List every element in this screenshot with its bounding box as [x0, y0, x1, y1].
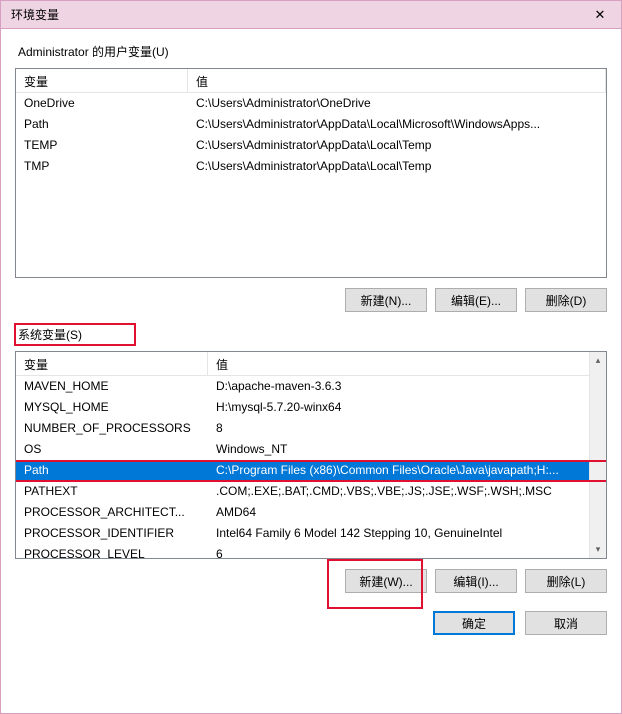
table-row[interactable]: TEMPC:\Users\Administrator\AppData\Local… [16, 135, 606, 156]
user-delete-button[interactable]: 删除(D) [525, 288, 607, 312]
cell-value: 8 [208, 418, 606, 439]
table-row[interactable]: OSWindows_NT [16, 439, 606, 460]
system-vars-group: 系统变量(S) 变量 值 MAVEN_HOMED:\apache-maven-3… [15, 324, 607, 593]
cell-value: C:\Users\Administrator\OneDrive [188, 93, 606, 114]
dialog-content: Administrator 的用户变量(U) 变量 值 OneDriveC:\U… [1, 29, 621, 713]
col-name[interactable]: 变量 [16, 352, 208, 375]
cell-name: Path [16, 460, 208, 481]
cell-name: NUMBER_OF_PROCESSORS [16, 418, 208, 439]
table-row[interactable]: PROCESSOR_IDENTIFIERIntel64 Family 6 Mod… [16, 523, 606, 544]
table-row[interactable]: PROCESSOR_ARCHITECT...AMD64 [16, 502, 606, 523]
listview-header: 变量 值 [16, 69, 606, 93]
cell-name: PROCESSOR_LEVEL [16, 544, 208, 558]
col-value[interactable]: 值 [188, 69, 606, 92]
cell-value: C:\Users\Administrator\AppData\Local\Mic… [188, 114, 606, 135]
table-row[interactable]: MYSQL_HOMEH:\mysql-5.7.20-winx64 [16, 397, 606, 418]
cell-value: Intel64 Family 6 Model 142 Stepping 10, … [208, 523, 606, 544]
table-row[interactable]: MAVEN_HOMED:\apache-maven-3.6.3 [16, 376, 606, 397]
titlebar[interactable]: 环境变量 ✕ [1, 1, 621, 29]
table-row[interactable]: PathC:\Program Files (x86)\Common Files\… [16, 460, 606, 481]
cell-name: OneDrive [16, 93, 188, 114]
user-vars-label: Administrator 的用户变量(U) [15, 41, 607, 62]
cell-name: PROCESSOR_ARCHITECT... [16, 502, 208, 523]
user-edit-button[interactable]: 编辑(E)... [435, 288, 517, 312]
scroll-down-icon[interactable]: ▾ [590, 541, 606, 558]
cell-value: C:\Program Files (x86)\Common Files\Orac… [208, 460, 606, 481]
user-vars-group: Administrator 的用户变量(U) 变量 值 OneDriveC:\U… [15, 41, 607, 312]
cell-name: TEMP [16, 135, 188, 156]
col-value[interactable]: 值 [208, 352, 606, 375]
system-vars-label: 系统变量(S) [15, 324, 135, 345]
table-row[interactable]: PathC:\Users\Administrator\AppData\Local… [16, 114, 606, 135]
dialog-footer: 确定 取消 [15, 611, 607, 635]
cell-value: D:\apache-maven-3.6.3 [208, 376, 606, 397]
env-vars-dialog: 环境变量 ✕ Administrator 的用户变量(U) 变量 值 OneDr… [0, 0, 622, 714]
table-row[interactable]: PROCESSOR_LEVEL6 [16, 544, 606, 558]
cell-name: PATHEXT [16, 481, 208, 502]
cell-value: H:\mysql-5.7.20-winx64 [208, 397, 606, 418]
cell-name: MYSQL_HOME [16, 397, 208, 418]
cell-value: 6 [208, 544, 606, 558]
cell-name: OS [16, 439, 208, 460]
table-row[interactable]: NUMBER_OF_PROCESSORS8 [16, 418, 606, 439]
col-name[interactable]: 变量 [16, 69, 188, 92]
scrollbar-vertical[interactable]: ▴ ▾ [589, 352, 606, 558]
listview-body[interactable]: MAVEN_HOMED:\apache-maven-3.6.3MYSQL_HOM… [16, 376, 606, 558]
cancel-button[interactable]: 取消 [525, 611, 607, 635]
cell-name: TMP [16, 156, 188, 177]
system-new-button[interactable]: 新建(W)... [345, 569, 427, 593]
ok-button[interactable]: 确定 [433, 611, 515, 635]
window-title: 环境变量 [11, 6, 59, 23]
scroll-up-icon[interactable]: ▴ [590, 352, 606, 369]
user-buttons-row: 新建(N)... 编辑(E)... 删除(D) [15, 288, 607, 312]
cell-name: PROCESSOR_IDENTIFIER [16, 523, 208, 544]
user-new-button[interactable]: 新建(N)... [345, 288, 427, 312]
listview-header: 变量 值 [16, 352, 606, 376]
cell-value: .COM;.EXE;.BAT;.CMD;.VBS;.VBE;.JS;.JSE;.… [208, 481, 606, 502]
table-row[interactable]: PATHEXT.COM;.EXE;.BAT;.CMD;.VBS;.VBE;.JS… [16, 481, 606, 502]
system-edit-button[interactable]: 编辑(I)... [435, 569, 517, 593]
cell-value: Windows_NT [208, 439, 606, 460]
cell-value: C:\Users\Administrator\AppData\Local\Tem… [188, 135, 606, 156]
system-buttons-row: 新建(W)... 编辑(I)... 删除(L) [15, 569, 607, 593]
cell-name: Path [16, 114, 188, 135]
user-vars-listview[interactable]: 变量 值 OneDriveC:\Users\Administrator\OneD… [15, 68, 607, 278]
system-vars-listview[interactable]: 变量 值 MAVEN_HOMED:\apache-maven-3.6.3MYSQ… [15, 351, 607, 559]
close-icon[interactable]: ✕ [579, 1, 621, 28]
cell-name: MAVEN_HOME [16, 376, 208, 397]
cell-value: C:\Users\Administrator\AppData\Local\Tem… [188, 156, 606, 177]
listview-body[interactable]: OneDriveC:\Users\Administrator\OneDriveP… [16, 93, 606, 177]
cell-value: AMD64 [208, 502, 606, 523]
table-row[interactable]: TMPC:\Users\Administrator\AppData\Local\… [16, 156, 606, 177]
system-delete-button[interactable]: 删除(L) [525, 569, 607, 593]
table-row[interactable]: OneDriveC:\Users\Administrator\OneDrive [16, 93, 606, 114]
